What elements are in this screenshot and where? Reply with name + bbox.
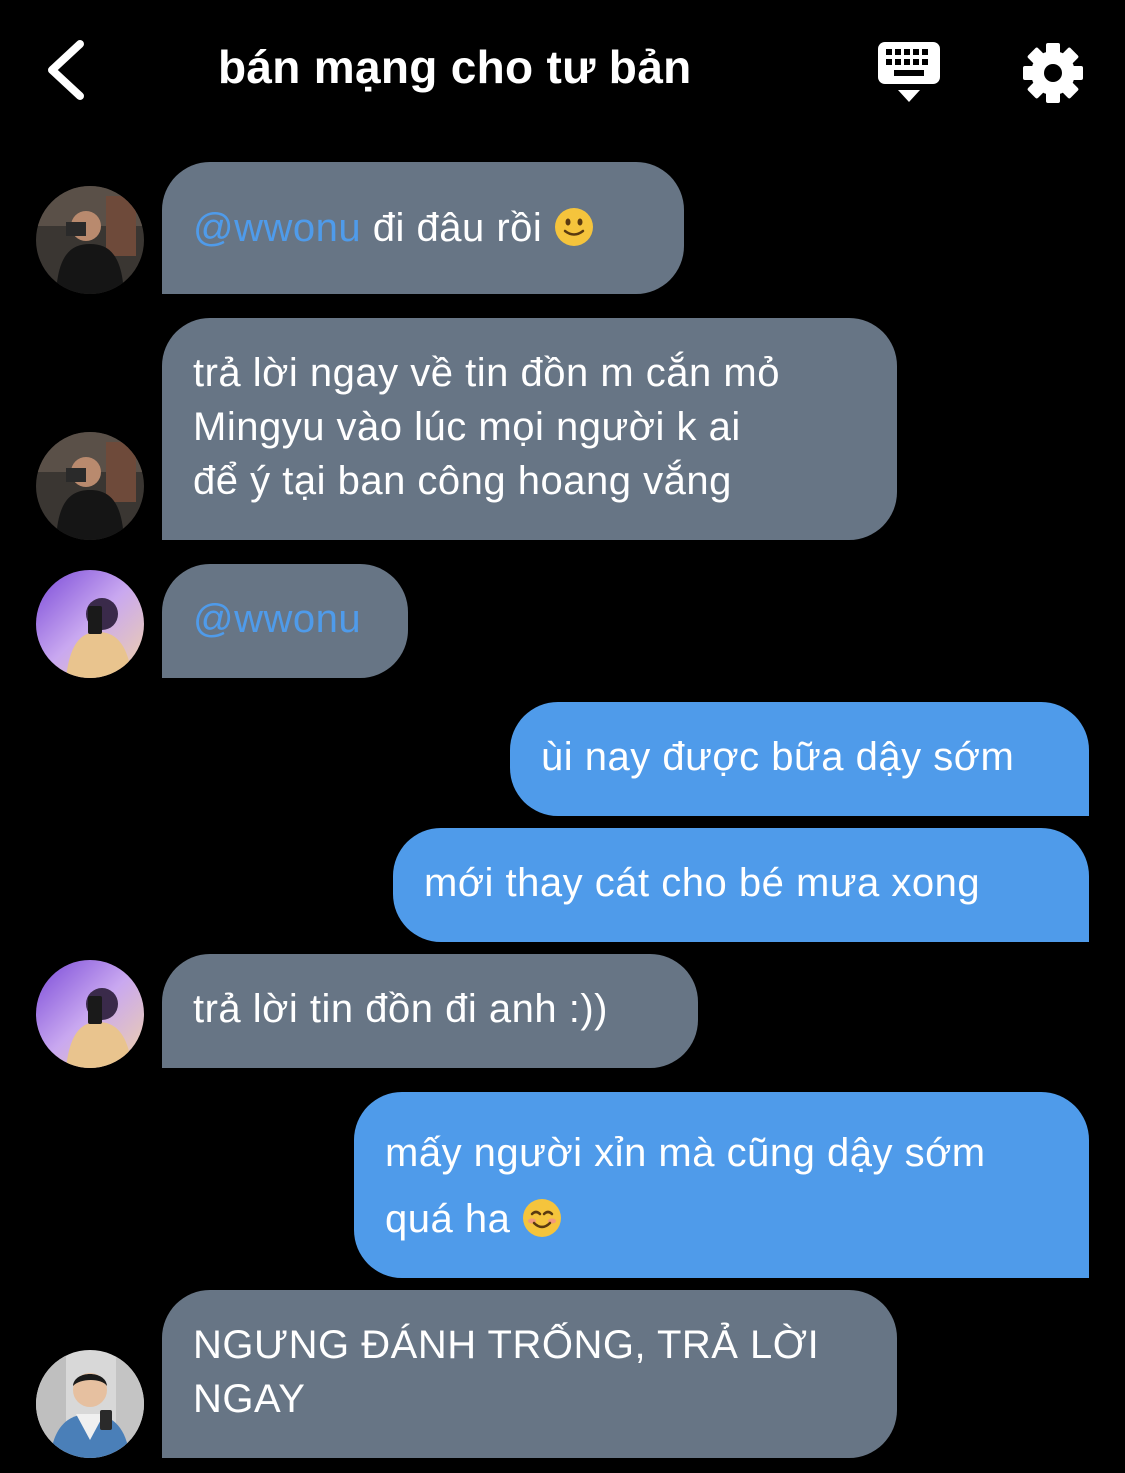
keyboard-toggle-button[interactable]: [876, 40, 942, 106]
avatar[interactable]: [36, 960, 144, 1068]
message-text: mới thay cát cho bé mưa xong: [424, 861, 981, 905]
message-bubble[interactable]: trả lời tin đồn đi anh :)): [162, 954, 698, 1068]
message-text: ùi nay được bữa dậy sớm: [541, 735, 1015, 779]
mention-link[interactable]: @wwonu: [193, 597, 361, 641]
message-bubble[interactable]: ùi nay được bữa dậy sớm: [510, 702, 1089, 816]
message-line: quá ha: [385, 1197, 511, 1241]
slightly-smiling-face-icon: [554, 207, 594, 247]
message-bubble[interactable]: trả lời ngay về tin đồn m cắn mỏ Mingyu …: [162, 318, 897, 540]
message-line: NGAY: [193, 1377, 306, 1421]
message-line: NGƯNG ĐÁNH TRỐNG, TRẢ LỜI: [193, 1323, 820, 1367]
mention-link[interactable]: @wwonu: [193, 206, 361, 250]
message-bubble[interactable]: mấy người xỉn mà cũng dậy sớm quá ha: [354, 1092, 1089, 1278]
message-line: Mingyu vào lúc mọi người k ai: [193, 405, 741, 449]
chevron-left-icon: [48, 40, 84, 100]
message-bubble[interactable]: @wwonu đi đâu rồi: [162, 162, 684, 294]
message-bubble[interactable]: @wwonu: [162, 564, 408, 678]
message-bubble[interactable]: mới thay cát cho bé mưa xong: [393, 828, 1089, 942]
avatar[interactable]: [36, 570, 144, 678]
message-bubble[interactable]: NGƯNG ĐÁNH TRỐNG, TRẢ LỜI NGAY: [162, 1290, 897, 1458]
back-button[interactable]: [40, 38, 100, 102]
message-line: để ý tại ban công hoang vắng: [193, 459, 732, 503]
conversation-title: bán mạng cho tư bản: [218, 41, 692, 93]
avatar[interactable]: [36, 432, 144, 540]
message-line: trả lời ngay về tin đồn m cắn mỏ: [193, 351, 780, 395]
avatar[interactable]: [36, 1350, 144, 1458]
message-text: đi đâu rồi: [361, 206, 543, 250]
smiling-face-icon: [522, 1198, 562, 1238]
chat-header: bán mạng cho tư bản: [0, 0, 1125, 140]
message-text: trả lời tin đồn đi anh :)): [193, 987, 608, 1031]
settings-button[interactable]: [1020, 40, 1086, 106]
message-line: mấy người xỉn mà cũng dậy sớm: [385, 1131, 986, 1175]
avatar[interactable]: [36, 186, 144, 294]
keyboard-hide-icon: [878, 42, 940, 102]
gear-icon: [1023, 43, 1083, 103]
